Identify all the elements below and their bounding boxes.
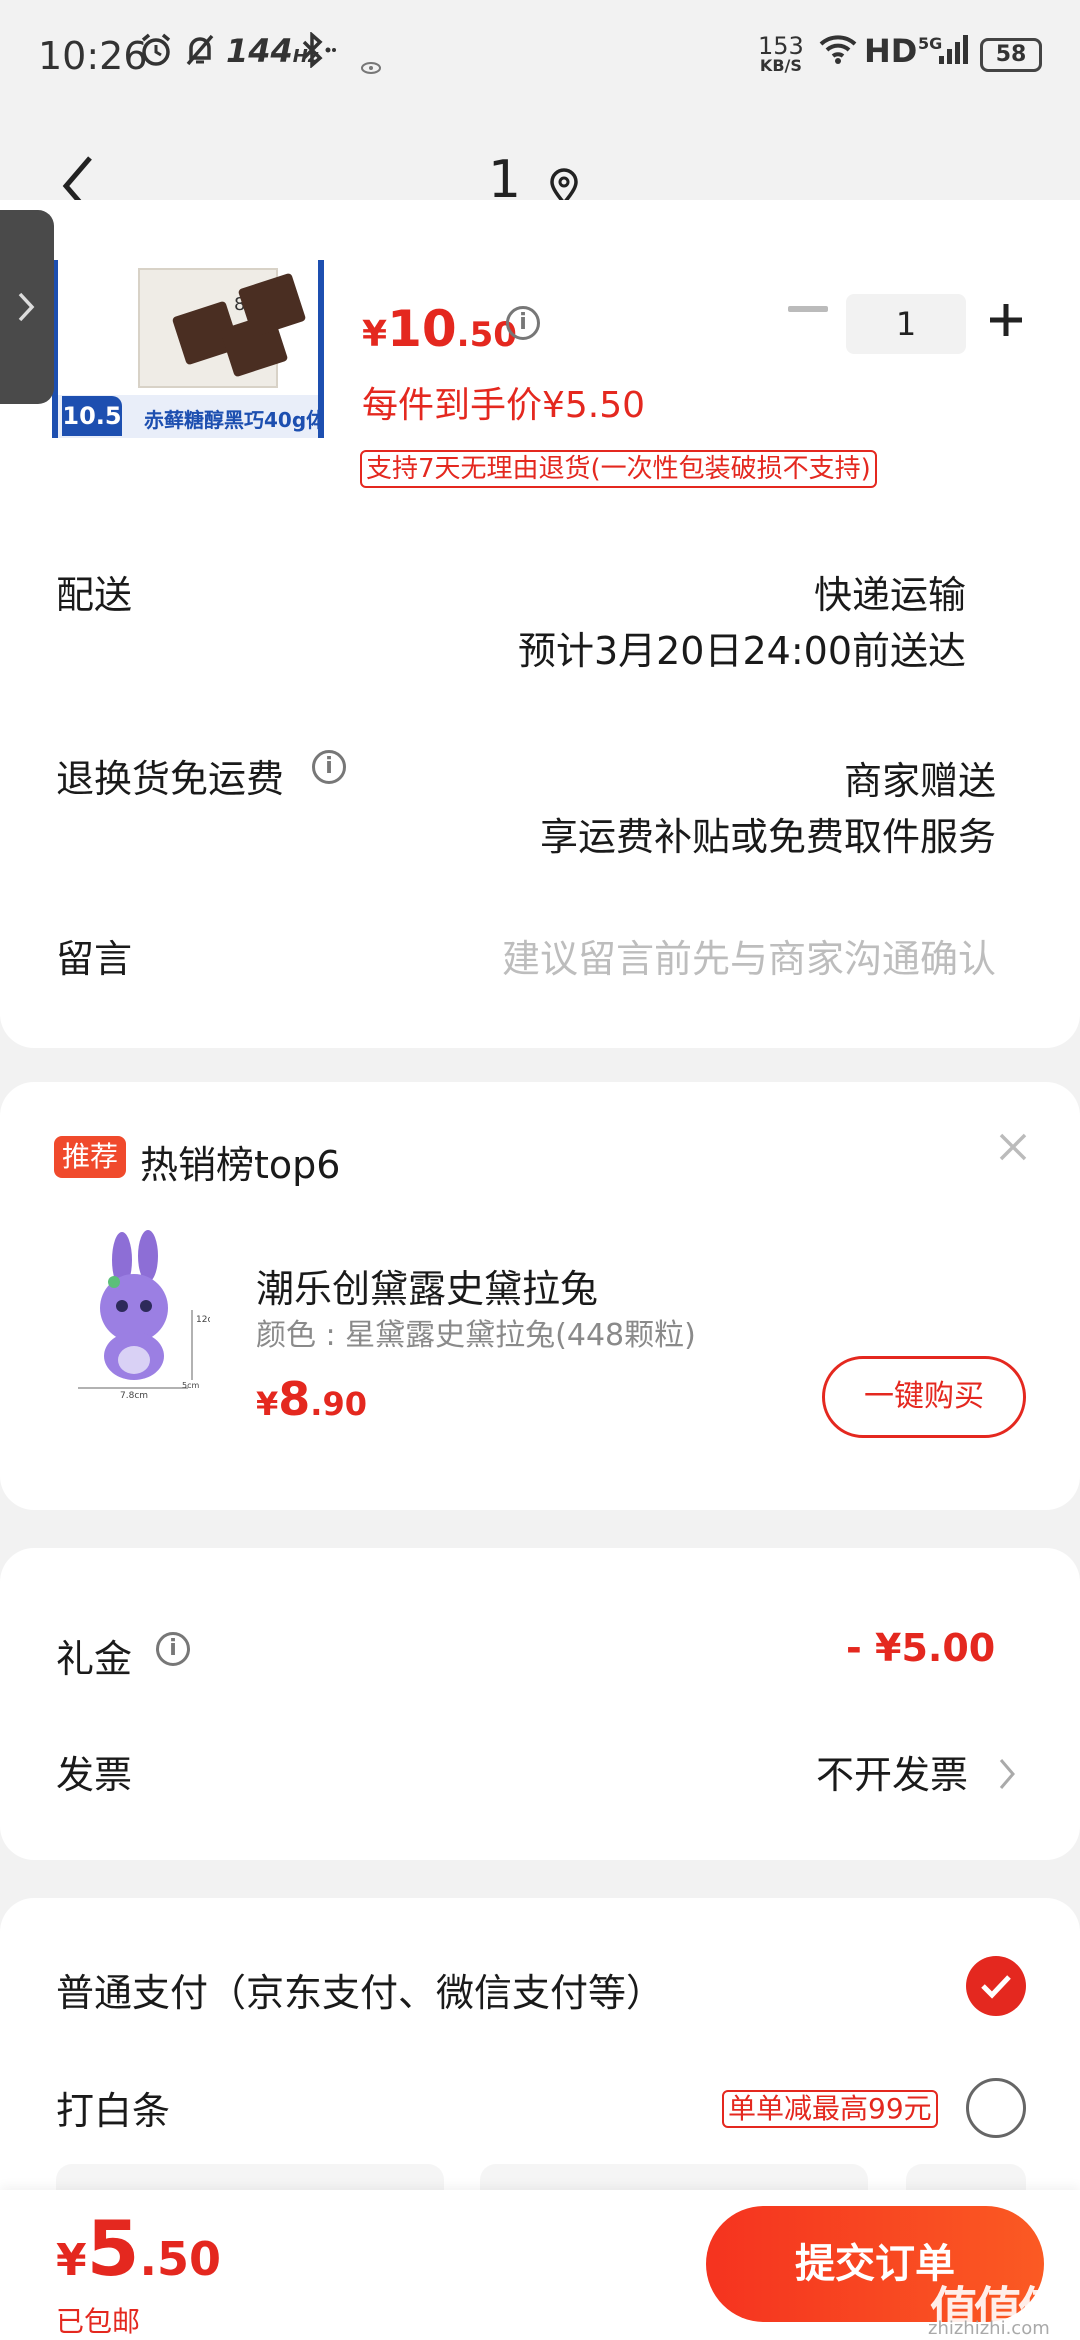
gift-value[interactable]: - ¥5.00 [846,1626,995,1670]
dim-height: 12cm [196,1315,210,1325]
delivery-label: 配送 [56,573,133,617]
gift-label: 礼金 [56,1637,133,1681]
side-drawer-handle[interactable] [0,210,54,404]
product-price: ¥10.50 [362,300,517,358]
recommend-tag: 推荐 [54,1136,127,1178]
return-shipping-desc: 享运费补贴或免费取件服务 [539,815,996,859]
free-shipping-label: 已包邮 [56,2305,141,2338]
mute-bell-icon [182,32,218,77]
recommend-item-name[interactable]: 潮乐创黛露史黛拉兔 [256,1258,598,1313]
gift-info-icon[interactable]: i [156,1632,190,1666]
total-price: ¥5.50 [56,2204,222,2293]
chevron-right-icon [18,292,35,322]
price-info-icon[interactable]: i [506,306,540,340]
order-card: 85% 10.5 赤藓糖醇黑巧40g体验装 ¥10.50 i 每件到手价¥5.5… [0,200,1080,1048]
dim-depth: 5cm [182,1381,199,1390]
status-time: 10:26 [38,34,148,78]
return-shipping-label: 退换货免运费 [56,757,285,801]
close-icon[interactable] [998,1132,1028,1162]
recommend-item-attr: 颜色 : 星黛露史黛拉兔(448颗粒) [256,1318,696,1353]
image-banner-text: 赤藓糖醇黑巧40g体验装 [144,408,318,432]
net-speed: 153 KB/S [758,32,804,75]
alarm-icon [138,32,174,77]
battery-indicator: 58 [980,38,1042,72]
quantity-minus-button[interactable] [788,306,828,312]
dim-width: 7.8cm [120,1391,148,1400]
wifi-icon [818,32,858,75]
checkout-bar: ¥5.50 已包邮 提交订单 [0,2190,1080,2340]
chevron-right-icon[interactable] [998,1756,1016,1792]
message-input[interactable]: 建议留言前先与商家沟通确认 [502,928,996,983]
gift-invoice-card: 礼金 i - ¥5.00 发票 不开发票 [0,1548,1080,1860]
quantity-plus-button[interactable] [988,302,1024,338]
one-click-buy-button[interactable]: 一键购买 [822,1356,1026,1438]
recommend-product-image[interactable]: 7.8cm 12cm 5cm [70,1230,221,1401]
eye-icon [360,44,382,84]
payment-normal-label[interactable]: 普通支付（京东支付、微信支付等） [56,1962,664,2017]
delivery-eta: 预计3月20日24:00前送达 [517,629,966,673]
unit-price: 每件到手价¥5.50 [362,385,646,426]
payment-baitiao-radio[interactable] [966,2078,1026,2138]
status-bar: 10:26 144Hz 153 KB/S HD 5G 58 [0,0,1080,110]
recommend-item-price: ¥8.90 [256,1372,367,1426]
recommend-title: 热销榜top6 [140,1143,341,1187]
signal-icon [938,32,970,75]
message-label: 留言 [56,937,133,981]
quantity-input[interactable]: 1 [846,294,966,354]
hd-indicator: HD [864,32,918,70]
baitiao-promo-badge: 单单减最高99元 [722,2090,938,2128]
image-banner-price: 10.5 [62,396,122,436]
return-shipping-info-icon[interactable]: i [312,750,346,784]
check-icon [981,1975,1011,1999]
payment-baitiao-label[interactable]: 打白条 [56,2080,170,2135]
invoice-label: 发票 [56,1753,133,1797]
delivery-method[interactable]: 快递运输 [814,564,966,619]
product-image[interactable]: 85% 10.5 赤藓糖醇黑巧40g体验装 [52,260,324,438]
bluetooth-icon [298,31,338,77]
watermark-site: zhizhizhi.com [928,2318,1050,2339]
return-shipping-value: 商家赠送 [843,759,996,803]
recommend-card: 推荐 热销榜top6 7.8cm 12cm 5cm 潮乐创黛露史黛拉兔 颜色 :… [0,1082,1080,1510]
payment-normal-radio[interactable] [966,1956,1026,2016]
return-policy-badge: 支持7天无理由退货(一次性包装破损不支持) [360,450,877,488]
invoice-value[interactable]: 不开发票 [816,1744,968,1799]
